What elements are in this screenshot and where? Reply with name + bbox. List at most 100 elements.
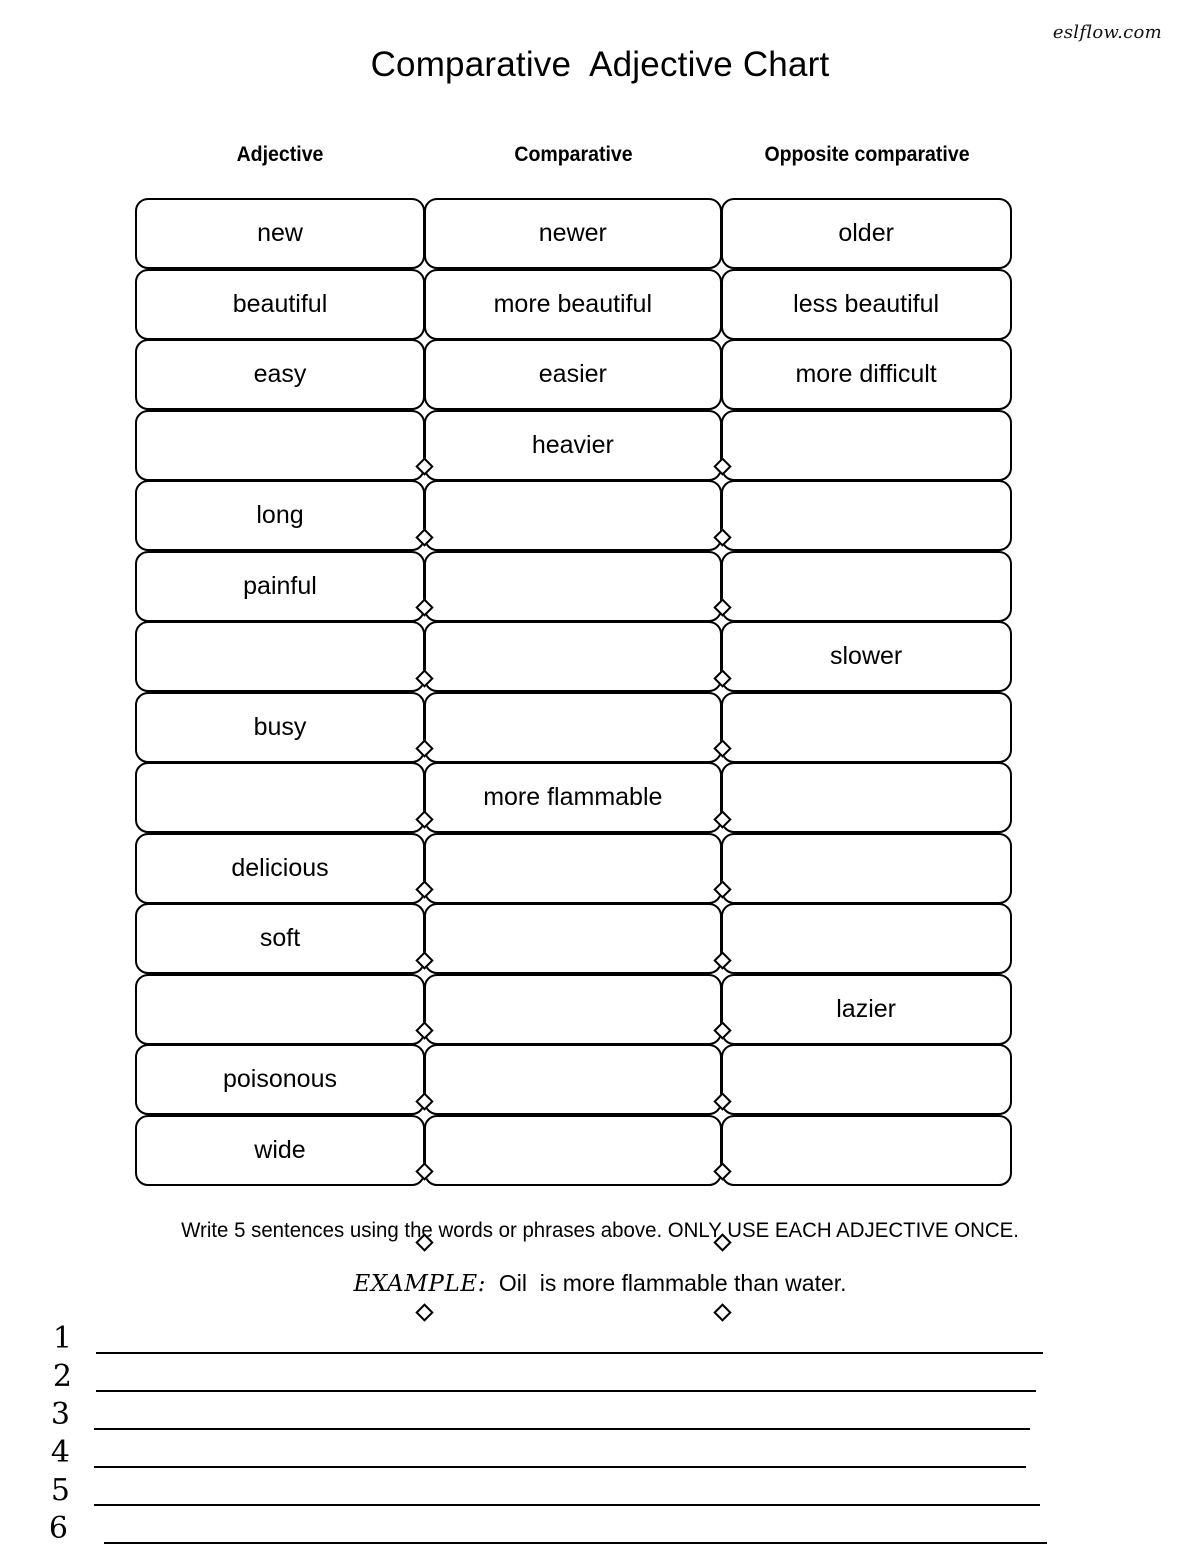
table-cell-adjective[interactable] <box>135 973 425 1045</box>
table-cell-opposite[interactable] <box>720 480 1012 551</box>
table-cell-opposite[interactable]: slower <box>720 621 1012 692</box>
page-title: Comparative Adjective Chart <box>370 45 830 84</box>
table-cell-opposite[interactable] <box>720 691 1012 763</box>
example-line: EXAMPLE: Oil is more flammable than wate… <box>0 1270 1200 1297</box>
column-header-opposite-comparative: Opposite comparative <box>764 143 970 166</box>
answer-line-rule <box>96 1390 1036 1392</box>
table-cell-adjective[interactable]: delicious <box>135 832 425 904</box>
table-row: heavier <box>135 409 1012 481</box>
cell-text: older <box>838 219 894 247</box>
table-cell-opposite[interactable] <box>720 1114 1012 1186</box>
table-cell-adjective[interactable] <box>135 409 425 481</box>
site-watermark: eslflow.com <box>1052 22 1162 43</box>
table-cell-comparative[interactable]: easier <box>423 339 722 410</box>
table-cell-opposite[interactable] <box>720 550 1012 622</box>
table-cell-adjective[interactable]: beautiful <box>135 268 425 340</box>
answer-line-rule <box>94 1466 1026 1468</box>
table-cell-comparative[interactable] <box>423 691 722 763</box>
cell-text: busy <box>253 712 307 741</box>
answer-line-number: 4 <box>50 1435 70 1470</box>
table-cell-opposite[interactable]: more difficult <box>720 339 1012 410</box>
table-cell-adjective[interactable]: soft <box>135 903 425 974</box>
cell-junction-marker <box>415 1303 434 1322</box>
table-cell-comparative[interactable] <box>423 832 722 904</box>
table-cell-opposite[interactable]: older <box>720 198 1012 269</box>
table-row: painful <box>135 550 1012 622</box>
cell-text: less beautiful <box>793 289 940 318</box>
answer-line[interactable]: 3 <box>0 1396 1200 1434</box>
column-headers: Adjective Comparative Opposite comparati… <box>135 143 1012 173</box>
table-cell-comparative[interactable]: more flammable <box>423 762 722 833</box>
cell-text: more difficult <box>795 360 937 388</box>
answer-line-number: 2 <box>52 1359 72 1394</box>
cell-text: easier <box>538 360 607 388</box>
table-row: lazier <box>135 973 1012 1045</box>
cell-text: wide <box>254 1135 306 1164</box>
table-row: busy <box>135 691 1012 763</box>
table-cell-comparative[interactable] <box>423 1044 722 1115</box>
answer-line[interactable]: 5 <box>0 1472 1200 1510</box>
table-cell-opposite[interactable] <box>720 903 1012 974</box>
column-header-comparative: Comparative <box>514 143 633 166</box>
example-label: EXAMPLE: <box>353 1271 487 1297</box>
answer-line-rule <box>104 1542 1047 1544</box>
table-cell-opposite[interactable] <box>720 832 1012 904</box>
table-cell-adjective[interactable]: poisonous <box>135 1044 425 1115</box>
table-cell-adjective[interactable]: new <box>135 198 425 269</box>
cell-text: more flammable <box>483 783 663 811</box>
answer-line-number: 5 <box>50 1473 70 1508</box>
table-row: slower <box>135 621 1012 692</box>
table-row: delicious <box>135 832 1012 904</box>
cell-junction-marker <box>713 1303 732 1322</box>
table-cell-comparative[interactable] <box>423 1114 722 1186</box>
answer-line-number: 1 <box>52 1321 72 1356</box>
answer-line[interactable]: 2 <box>0 1358 1200 1396</box>
table-cell-opposite[interactable]: lazier <box>720 973 1012 1045</box>
table-row: soft <box>135 903 1012 974</box>
table-cell-adjective[interactable]: painful <box>135 550 425 622</box>
table-cell-opposite[interactable] <box>720 409 1012 481</box>
table-row: easy easier more difficult <box>135 339 1012 410</box>
cell-text: beautiful <box>232 289 328 318</box>
cell-text: long <box>256 501 304 529</box>
table-cell-adjective[interactable]: wide <box>135 1114 425 1186</box>
table-cell-comparative[interactable]: more beautiful <box>423 268 722 340</box>
table-cell-comparative[interactable] <box>423 550 722 622</box>
table-row: more flammable <box>135 762 1012 833</box>
answer-lines: 123456 <box>0 1320 1200 1548</box>
table-cell-comparative[interactable] <box>423 621 722 692</box>
table-cell-comparative[interactable]: heavier <box>423 409 722 481</box>
answer-line-rule <box>96 1352 1043 1354</box>
answer-line[interactable]: 6 <box>0 1510 1200 1548</box>
table-cell-adjective[interactable]: busy <box>135 691 425 763</box>
cell-text: painful <box>243 571 317 600</box>
table-cell-opposite[interactable] <box>720 762 1012 833</box>
table-cell-opposite[interactable]: less beautiful <box>720 268 1012 340</box>
cell-text: newer <box>538 219 607 247</box>
table-row: long <box>135 480 1012 551</box>
table-cell-comparative[interactable] <box>423 903 722 974</box>
table-cell-comparative[interactable]: newer <box>423 198 722 269</box>
cell-text: heavier <box>531 430 614 459</box>
cell-text: delicious <box>231 853 329 882</box>
cell-text: poisonous <box>223 1065 337 1093</box>
table-cell-adjective[interactable] <box>135 762 425 833</box>
table-cell-comparative[interactable] <box>423 973 722 1045</box>
table-cell-adjective[interactable]: easy <box>135 339 425 410</box>
answer-line[interactable]: 4 <box>0 1434 1200 1472</box>
table-row: new newer older <box>135 198 1012 269</box>
table-cell-comparative[interactable] <box>423 480 722 551</box>
cell-text: new <box>257 219 303 247</box>
table-cell-adjective[interactable] <box>135 621 425 692</box>
answer-line-number: 3 <box>50 1397 70 1432</box>
table-cell-adjective[interactable]: long <box>135 480 425 551</box>
column-header-adjective: Adjective <box>236 143 324 166</box>
comparative-adjective-table: new newer older beautiful more beautiful less… <box>135 198 1012 1322</box>
answer-line-rule <box>94 1428 1030 1430</box>
cell-text: more beautiful <box>493 289 653 318</box>
example-sentence: Oil is more flammable than water. <box>486 1270 847 1296</box>
table-row: beautiful more beautiful less beautiful <box>135 268 1012 340</box>
answer-line[interactable]: 1 <box>0 1320 1200 1358</box>
table-cell-opposite[interactable] <box>720 1044 1012 1115</box>
instruction-text: Write 5 sentences using the words or phr… <box>181 1218 1019 1242</box>
